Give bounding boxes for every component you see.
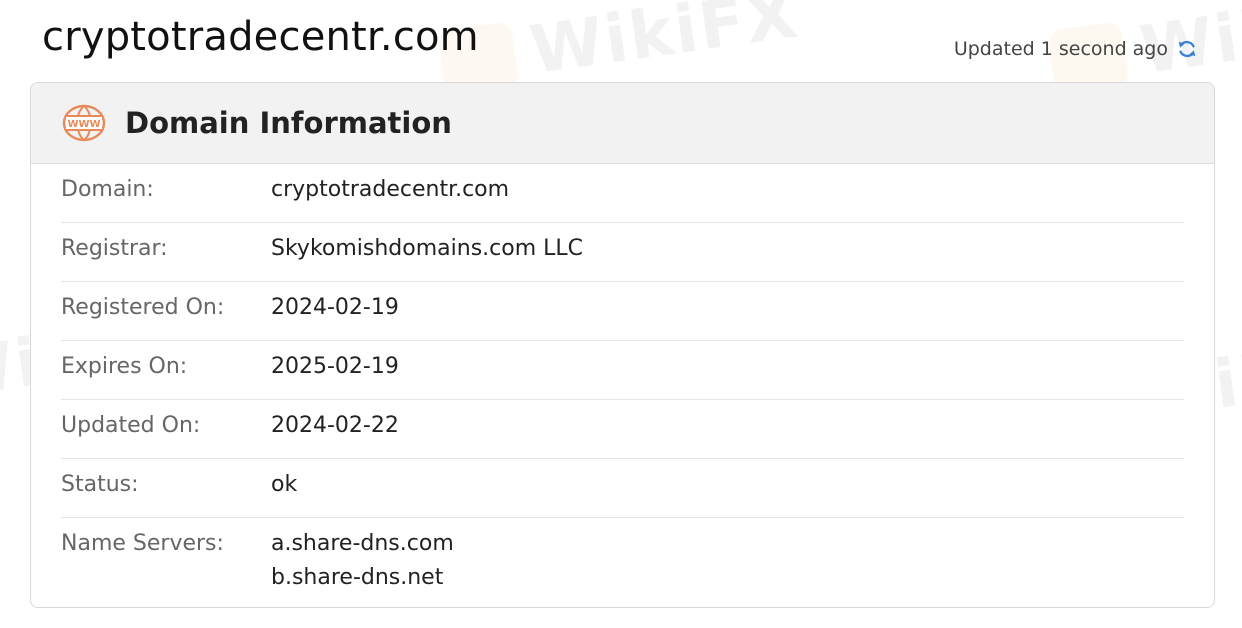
refresh-icon[interactable] (1176, 38, 1198, 60)
card-header: WWW Domain Information (31, 83, 1214, 164)
info-row-expires-on: Expires On: 2025-02-19 (61, 341, 1184, 400)
row-value: 2025-02-19 (271, 354, 399, 379)
row-value: 2024-02-19 (271, 295, 399, 320)
row-label: Updated On: (61, 413, 201, 438)
name-server: a.share-dns.com (271, 531, 454, 556)
info-row-status: Status: ok (61, 459, 1184, 518)
row-label: Registered On: (61, 295, 225, 320)
row-label: Registrar: (61, 236, 168, 261)
row-label: Expires On: (61, 354, 188, 379)
info-row-registered-on: Registered On: 2024-02-19 (61, 282, 1184, 341)
updated-status: Updated 1 second ago (954, 38, 1198, 60)
row-label: Status: (61, 472, 139, 497)
row-value: 2024-02-22 (271, 413, 399, 438)
info-rows: Domain: cryptotradecentr.com Registrar: … (31, 164, 1214, 595)
row-label: Name Servers: (61, 531, 224, 556)
row-value: Skykomishdomains.com LLC (271, 236, 584, 261)
svg-text:WWW: WWW (67, 119, 100, 130)
row-value: cryptotradecentr.com (271, 177, 510, 202)
name-server: b.share-dns.net (271, 565, 444, 590)
card-title: Domain Information (125, 106, 452, 140)
info-row-registrar: Registrar: Skykomishdomains.com LLC (61, 223, 1184, 282)
watermark-text: WikiFX (525, 0, 804, 90)
row-value: a.share-dns.com b.share-dns.net (271, 527, 454, 595)
page: WikiFX WikiFX WikiFX WikiFX WikiFX crypt… (0, 0, 1242, 628)
row-label: Domain: (61, 177, 154, 202)
row-value: ok (271, 472, 298, 497)
updated-text: Updated 1 second ago (953, 38, 1168, 60)
info-row-name-servers: Name Servers: a.share-dns.com b.share-dn… (61, 518, 1184, 595)
info-row-domain: Domain: cryptotradecentr.com (61, 164, 1184, 223)
page-title: cryptotradecentr.com (42, 14, 479, 60)
info-row-updated-on: Updated On: 2024-02-22 (61, 400, 1184, 459)
domain-info-card: WWW Domain Information Domain: cryptotra… (30, 82, 1215, 608)
www-globe-icon: WWW (61, 103, 107, 143)
